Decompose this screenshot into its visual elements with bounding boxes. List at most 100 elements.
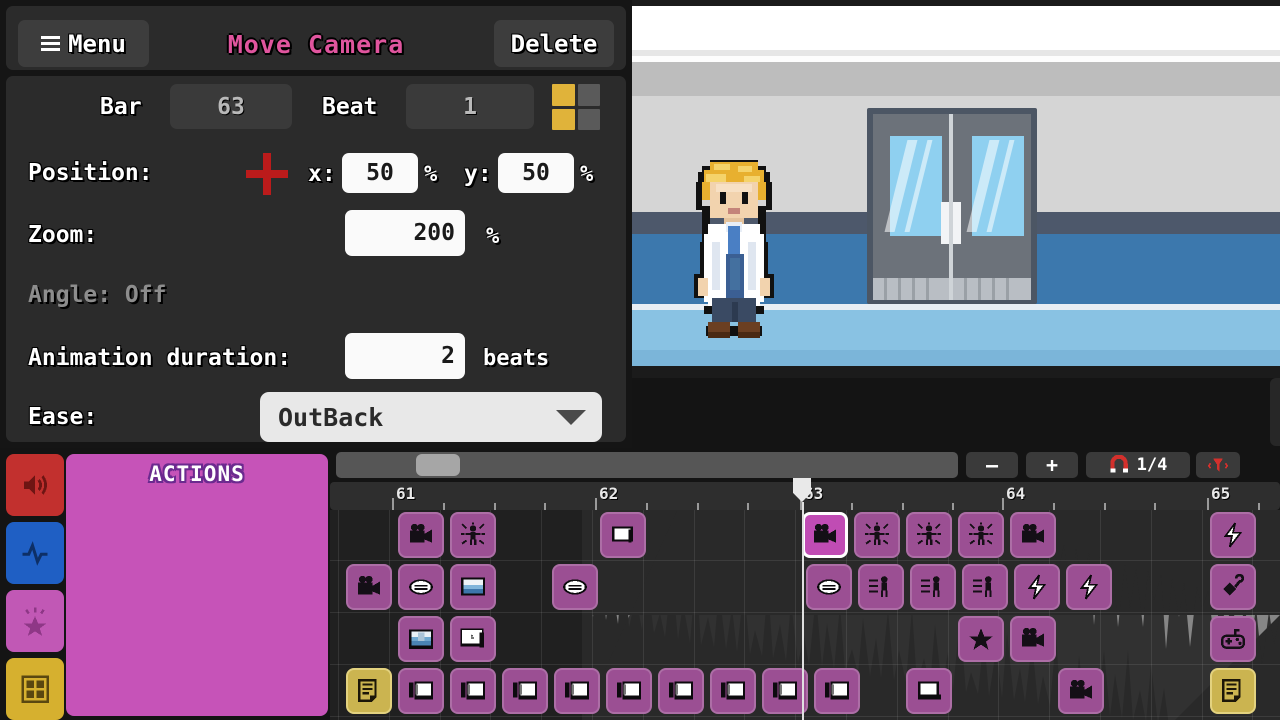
- timeline-clip-camera[interactable]: [1010, 616, 1056, 662]
- ruler-tick: [442, 503, 445, 510]
- ruler-tick: [1207, 498, 1209, 510]
- timeline-clip-move[interactable]: [398, 564, 444, 610]
- timeline-clip-background[interactable]: [450, 564, 496, 610]
- beat-value[interactable]: 1: [406, 84, 534, 129]
- sidebar-item-actions[interactable]: [6, 590, 64, 652]
- delete-button[interactable]: Delete: [494, 20, 614, 67]
- crosshair-icon[interactable]: [243, 150, 291, 198]
- x-field[interactable]: 50: [342, 153, 418, 193]
- dialogue-icon: [824, 678, 850, 704]
- paint-icon: [1220, 574, 1246, 600]
- ease-select[interactable]: OutBack: [260, 392, 602, 442]
- timeline-scrollbar-thumb[interactable]: [416, 454, 460, 476]
- timeline-clip-screen[interactable]: [600, 512, 646, 558]
- bar-value[interactable]: 63: [170, 84, 292, 129]
- move-icon: [816, 574, 842, 600]
- timeline-zoom-in-button[interactable]: +: [1026, 452, 1078, 478]
- star-icon: [968, 626, 994, 652]
- text-doc-icon: [1220, 678, 1246, 704]
- move-icon: [408, 574, 434, 600]
- timeline-clip-character-burst[interactable]: [906, 512, 952, 558]
- timeline-clip-text-doc[interactable]: [1210, 668, 1256, 714]
- character-burst-icon: [460, 522, 486, 548]
- ruler-tick: [595, 498, 597, 510]
- ease-label: Ease:: [28, 404, 98, 430]
- filter-icon: [1207, 458, 1229, 472]
- ruler-tick: [1002, 498, 1004, 510]
- track-divider: [330, 664, 1280, 665]
- ruler-label: 64: [1006, 484, 1026, 503]
- timeline-clip-move[interactable]: [806, 564, 852, 610]
- timeline-scrollbar[interactable]: [336, 452, 958, 478]
- timeline-clip-blank-dialogue[interactable]: [906, 668, 952, 714]
- sidebar-item-grid[interactable]: [6, 658, 64, 720]
- timeline-clip-character-move[interactable]: [858, 564, 904, 610]
- sidebar-item-beat[interactable]: [6, 522, 64, 584]
- timeline-clip-text-doc[interactable]: [346, 668, 392, 714]
- animation-duration-row: Animation duration: 2 beats: [0, 333, 632, 383]
- animation-duration-field[interactable]: 2: [345, 333, 465, 379]
- snap-button[interactable]: 1/4: [1086, 452, 1190, 478]
- timeline-clip-camera[interactable]: [1058, 668, 1104, 714]
- timeline-clip-dialogue[interactable]: [814, 668, 860, 714]
- timeline-clip-dialogue[interactable]: [606, 668, 652, 714]
- zoom-field[interactable]: 200: [345, 210, 465, 256]
- ruler-tick: [392, 498, 394, 510]
- position-label: Position:: [28, 160, 153, 186]
- gridline: [1150, 510, 1152, 720]
- gridline: [338, 510, 339, 720]
- timeline-clip-character-burst[interactable]: [854, 512, 900, 558]
- y-field[interactable]: 50: [498, 153, 574, 193]
- character-move-icon: [868, 574, 894, 600]
- y-label: y:: [464, 161, 492, 187]
- camera-icon: [812, 522, 838, 548]
- sidebar-item-sound[interactable]: [6, 454, 64, 516]
- blonde-doctor-sprite: [684, 154, 784, 344]
- timeline-clip-dialogue[interactable]: [710, 668, 756, 714]
- game-stage[interactable]: [632, 6, 1280, 366]
- grid-toggle-icon[interactable]: [552, 84, 600, 130]
- timeline-clip-character-move[interactable]: [962, 564, 1008, 610]
- timeline-toolbar: – + 1/4: [330, 448, 1280, 482]
- timeline-clip-character-burst[interactable]: [958, 512, 1004, 558]
- timeline-clip-dialogue[interactable]: [398, 668, 444, 714]
- timeline-clip-star[interactable]: [958, 616, 1004, 662]
- camera-icon: [356, 574, 382, 600]
- actions-panel[interactable]: ACTIONS: [66, 454, 328, 716]
- timeline-clip-camera[interactable]: [346, 564, 392, 610]
- zoom-label: Zoom:: [28, 222, 98, 248]
- timeline-clip-note-window[interactable]: [450, 616, 496, 662]
- timeline-clip-camera[interactable]: [398, 512, 444, 558]
- timeline-clip-camera[interactable]: [1010, 512, 1056, 558]
- timeline-clip-camera[interactable]: [802, 512, 848, 558]
- timeline-clip-character-burst[interactable]: [450, 512, 496, 558]
- filter-button[interactable]: [1196, 452, 1240, 478]
- timeline-clip-dialogue[interactable]: [502, 668, 548, 714]
- timeline-clip-paint[interactable]: [1210, 564, 1256, 610]
- timeline-clip-window[interactable]: [398, 616, 444, 662]
- timeline-clip-dialogue[interactable]: [658, 668, 704, 714]
- dialogue-icon: [720, 678, 746, 704]
- door-glass-right: [966, 136, 1024, 236]
- gridline: [1201, 510, 1203, 720]
- timeline-clip-bolt[interactable]: [1066, 564, 1112, 610]
- timeline-clip-gamepad[interactable]: [1210, 616, 1256, 662]
- angle-label[interactable]: Angle: Off: [28, 282, 166, 308]
- track-divider: [330, 716, 1280, 717]
- door-glass-left: [884, 136, 942, 236]
- actions-panel-title: ACTIONS: [149, 462, 245, 486]
- ruler-label: 65: [1211, 484, 1231, 503]
- timeline-clip-dialogue[interactable]: [450, 668, 496, 714]
- timeline-clip-bolt[interactable]: [1210, 512, 1256, 558]
- timeline-clip-dialogue[interactable]: [554, 668, 600, 714]
- character-burst-icon: [968, 522, 994, 548]
- ruler-tick: [696, 503, 699, 510]
- timeline-clip-move[interactable]: [552, 564, 598, 610]
- timeline-tracks[interactable]: [330, 510, 1280, 720]
- timeline-clip-bolt[interactable]: [1014, 564, 1060, 610]
- ceiling: [632, 6, 1280, 50]
- bar-label: Bar: [100, 94, 142, 120]
- x-label: x:: [308, 161, 336, 187]
- timeline-clip-character-move[interactable]: [910, 564, 956, 610]
- timeline-zoom-out-button[interactable]: –: [966, 452, 1018, 478]
